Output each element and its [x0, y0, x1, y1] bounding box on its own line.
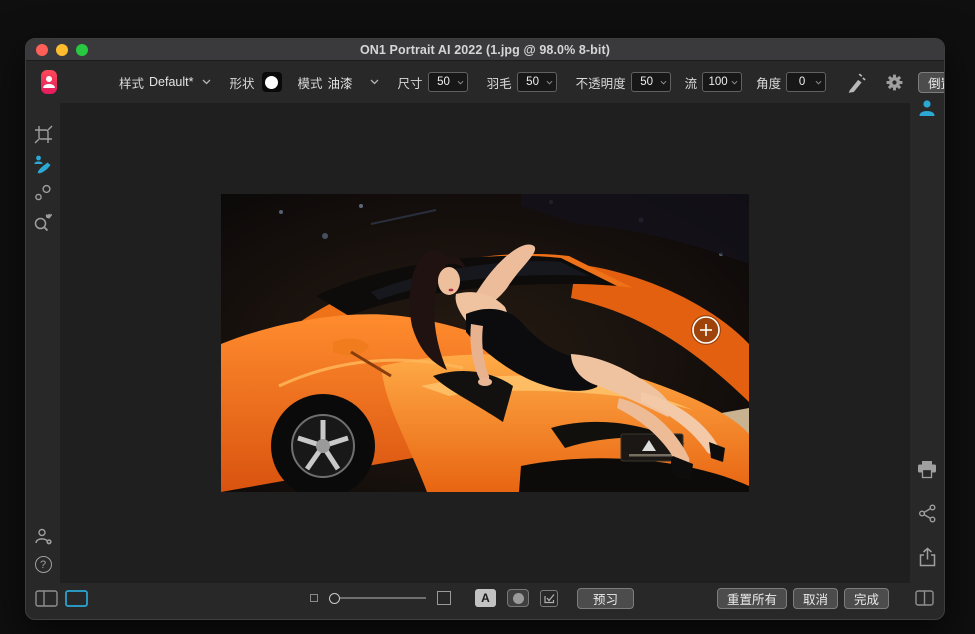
- crop-tool-icon[interactable]: [34, 125, 53, 144]
- help-icon[interactable]: ?: [35, 556, 52, 573]
- cancel-button[interactable]: 取消: [793, 588, 838, 609]
- brush-toolbar: 样式 Default* 形状 模式 油漆 尺寸 50 羽毛: [26, 61, 944, 103]
- checkmark-icon: [544, 593, 555, 604]
- size-label: 尺寸: [398, 73, 423, 92]
- right-tool-rail: [910, 99, 944, 583]
- brush-cursor: [691, 315, 721, 345]
- help-label: ?: [40, 559, 46, 571]
- single-view-icon[interactable]: [65, 590, 88, 607]
- share-icon[interactable]: [918, 504, 937, 523]
- round-brush-icon: [265, 76, 278, 89]
- done-button[interactable]: 完成: [844, 588, 889, 609]
- preview-button[interactable]: 预习: [577, 588, 634, 609]
- mode-label: 模式: [298, 73, 323, 92]
- flow-input[interactable]: 100: [702, 72, 742, 92]
- person-glyph: [41, 74, 57, 90]
- mask-a-label: A: [481, 591, 490, 605]
- feather-value: 50: [520, 76, 546, 88]
- opacity-input[interactable]: 50: [631, 72, 671, 92]
- refine-mask-tool-icon[interactable]: [34, 184, 52, 202]
- zoom-pan-tool-icon[interactable]: [33, 212, 53, 232]
- chevron-down-icon[interactable]: [370, 79, 379, 85]
- mask-dot-icon: [513, 593, 524, 604]
- mode-dropdown[interactable]: 油漆: [328, 73, 353, 92]
- chevron-down-icon: [731, 80, 738, 85]
- zoom-out-thumb-icon[interactable]: [310, 594, 318, 602]
- export-icon[interactable]: [918, 547, 937, 567]
- chevron-down-icon: [546, 80, 553, 85]
- brush-size-slider[interactable]: [329, 593, 426, 604]
- angle-value: 0: [789, 76, 815, 88]
- mask-view-a-toggle[interactable]: A: [475, 589, 496, 607]
- app-window: ON1 Portrait AI 2022 (1.jpg @ 98.0% 8-bi…: [25, 38, 945, 620]
- invert-button[interactable]: 倒置: [918, 72, 945, 93]
- mask-overlay-toggle[interactable]: [507, 589, 529, 607]
- reset-all-button[interactable]: 重置所有: [717, 588, 787, 609]
- window-title: ON1 Portrait AI 2022 (1.jpg @ 98.0% 8-bi…: [26, 43, 944, 57]
- photo-car-model[interactable]: [221, 194, 749, 492]
- portrait-panel-icon[interactable]: [917, 99, 937, 119]
- style-dropdown[interactable]: Default*: [149, 75, 193, 89]
- editing-canvas[interactable]: [60, 103, 910, 583]
- face-brush-tool-icon[interactable]: [33, 154, 53, 174]
- angle-label: 角度: [756, 73, 781, 92]
- split-screen-icon[interactable]: [915, 590, 934, 606]
- chevron-down-icon[interactable]: [202, 79, 211, 85]
- chevron-down-icon: [660, 80, 667, 85]
- zoom-in-thumb-icon[interactable]: [437, 591, 451, 605]
- brush-shape-swatch[interactable]: [262, 72, 282, 92]
- title-bar: ON1 Portrait AI 2022 (1.jpg @ 98.0% 8-bi…: [26, 39, 944, 61]
- footer-bar: A 预习 重置所有 取消 完成: [26, 583, 944, 619]
- style-label: 样式: [119, 73, 144, 92]
- print-icon[interactable]: [916, 460, 938, 480]
- flow-label: 流: [685, 73, 698, 92]
- size-value: 50: [431, 76, 457, 88]
- feather-input[interactable]: 50: [517, 72, 557, 92]
- settings-gear-icon[interactable]: [885, 73, 904, 92]
- left-tool-rail: ?: [26, 103, 60, 583]
- perfect-brush-icon[interactable]: [845, 72, 866, 93]
- opacity-value: 50: [634, 76, 660, 88]
- chevron-down-icon: [457, 80, 464, 85]
- chevron-down-icon: [815, 80, 822, 85]
- slider-knob[interactable]: [329, 593, 340, 604]
- opacity-label: 不透明度: [576, 73, 626, 92]
- soft-proof-toggle[interactable]: [540, 590, 558, 607]
- size-input[interactable]: 50: [428, 72, 468, 92]
- portrait-app-icon: [41, 70, 57, 94]
- compare-view-icon[interactable]: [35, 590, 58, 607]
- account-icon[interactable]: [34, 527, 53, 546]
- feather-label: 羽毛: [487, 73, 512, 92]
- shape-label: 形状: [230, 73, 255, 92]
- slider-track[interactable]: [340, 597, 426, 599]
- angle-input[interactable]: 0: [786, 72, 826, 92]
- flow-value: 100: [705, 76, 731, 88]
